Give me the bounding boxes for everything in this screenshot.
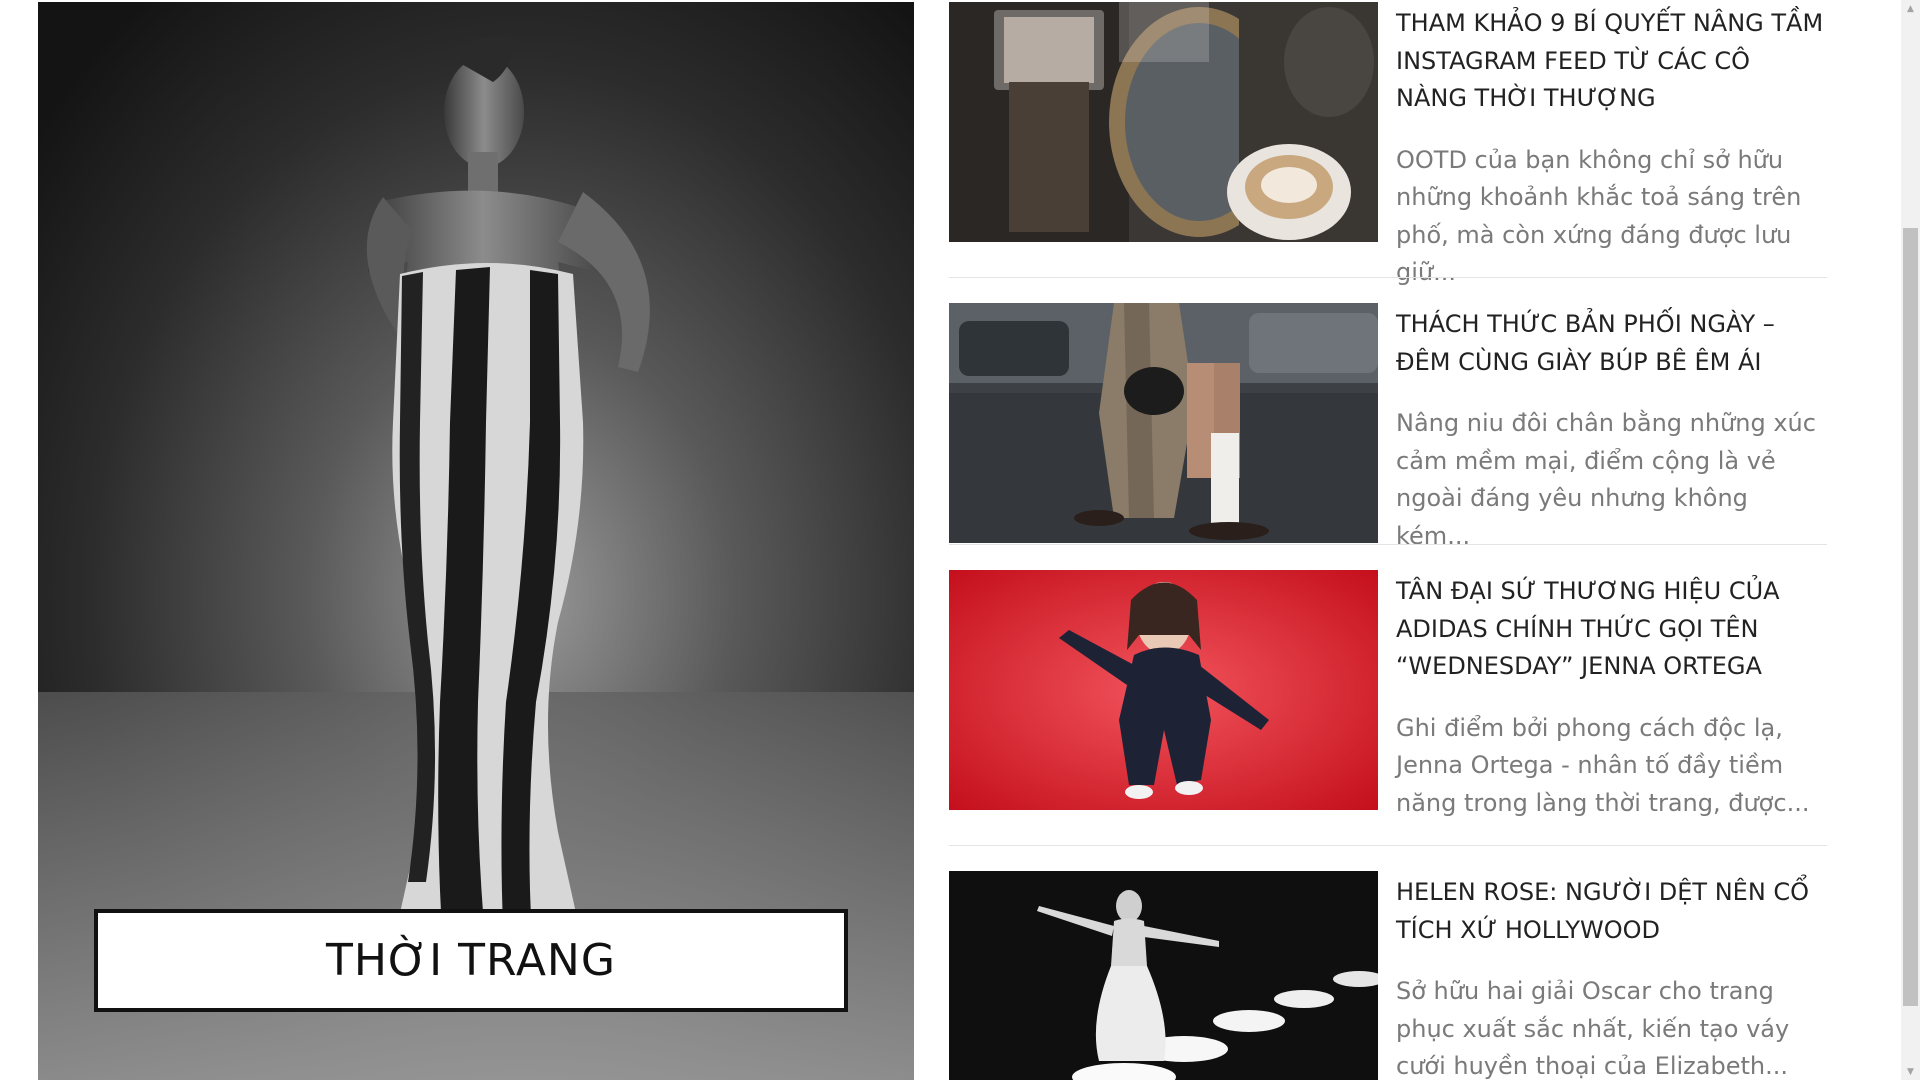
article-thumbnail[interactable]	[949, 303, 1378, 543]
article-title[interactable]: TÂN ĐẠI SỨ THƯƠNG HIỆU CỦA ADIDAS CHÍNH …	[1396, 573, 1827, 686]
article-text: HELEN ROSE: NGƯỜI DỆT NÊN CỔ TÍCH XỨ HOL…	[1396, 871, 1827, 1080]
article-thumbnail[interactable]	[949, 2, 1378, 242]
article-thumbnail-image	[949, 2, 1378, 242]
article-text: TÂN ĐẠI SỨ THƯƠNG HIỆU CỦA ADIDAS CHÍNH …	[1396, 570, 1827, 822]
article-thumbnail-image	[949, 570, 1378, 810]
article-divider	[949, 277, 1827, 278]
article-excerpt: Nâng niu đôi chân bằng những xúc cảm mềm…	[1396, 409, 1816, 550]
vertical-scrollbar[interactable]: ▲ ▼	[1901, 0, 1920, 1080]
category-label-box[interactable]: THỜI TRANG	[94, 909, 848, 1012]
triangle-down-icon[interactable]: ▼	[1901, 1063, 1920, 1080]
article-divider	[949, 845, 1827, 846]
article-thumbnail[interactable]	[949, 570, 1378, 810]
article-excerpt: OOTD của bạn không chỉ sở hữu những khoả…	[1396, 145, 1802, 287]
article-text: THÁCH THỨC BẢN PHỐI NGÀY – ĐÊM CÙNG GIÀY…	[1396, 303, 1827, 555]
article-title[interactable]: THAM KHẢO 9 BÍ QUYẾT NÂNG TẦM INSTAGRAM …	[1396, 5, 1827, 118]
article-list: THAM KHẢO 9 BÍ QUYẾT NÂNG TẦM INSTAGRAM …	[949, 0, 1827, 1080]
article-title[interactable]: HELEN ROSE: NGƯỜI DỆT NÊN CỔ TÍCH XỨ HOL…	[1396, 874, 1827, 949]
scrollbar-thumb[interactable]	[1903, 228, 1918, 1006]
category-label: THỜI TRANG	[326, 935, 616, 986]
article-divider	[949, 544, 1827, 545]
featured-category-card[interactable]: THỜI TRANG	[38, 2, 914, 1080]
triangle-up-icon[interactable]: ▲	[1901, 0, 1920, 17]
article-excerpt: Sở hữu hai giải Oscar cho trang phục xuấ…	[1396, 977, 1790, 1080]
article-thumbnail-image	[949, 303, 1378, 543]
article-thumbnail-image	[949, 871, 1378, 1080]
page: THỜI TRANG THAM KHẢO 9 BÍ QUYẾT NÂNG TẦM…	[0, 0, 1920, 1080]
article-title[interactable]: THÁCH THỨC BẢN PHỐI NGÀY – ĐÊM CÙNG GIÀY…	[1396, 306, 1827, 381]
article-text: THAM KHẢO 9 BÍ QUYẾT NÂNG TẦM INSTAGRAM …	[1396, 2, 1827, 292]
article-excerpt: Ghi điểm bởi phong cách độc lạ, Jenna Or…	[1396, 713, 1810, 817]
article-thumbnail[interactable]	[949, 871, 1378, 1080]
